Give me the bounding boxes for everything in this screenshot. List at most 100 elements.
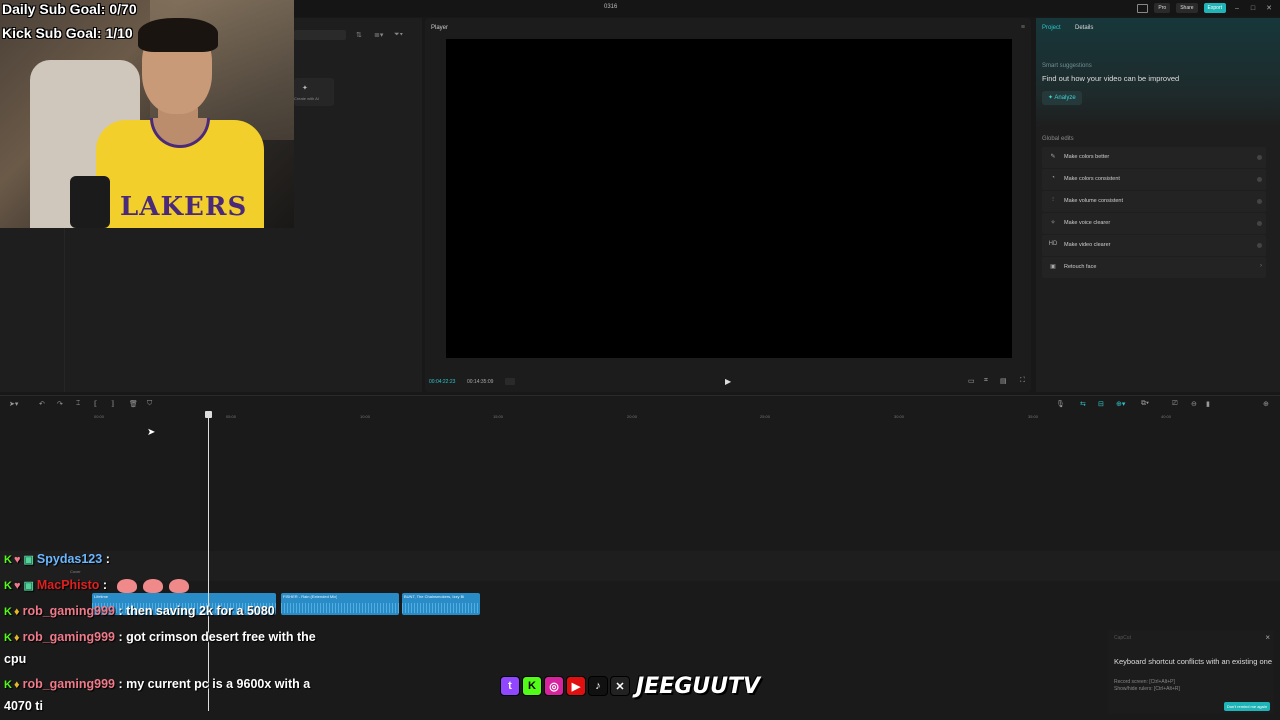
- microphone-icon[interactable]: 🎙: [1056, 400, 1065, 408]
- gift-badge-icon: ♥: [13, 580, 21, 592]
- preview-axis-icon[interactable]: ⧉▾: [1141, 400, 1149, 408]
- magnet-icon[interactable]: ⊕▾: [1116, 400, 1125, 408]
- main-track[interactable]: [0, 551, 1280, 581]
- toggle-icon[interactable]: [1257, 221, 1262, 226]
- redo-icon[interactable]: ↷: [57, 400, 63, 408]
- kick-sub-goal: Kick Sub Goal: 1/10: [2, 25, 133, 41]
- audio-clip[interactable]: FISHER - Rain (Extended Mix): [281, 593, 399, 615]
- global-edits-title: Global edits: [1042, 136, 1074, 142]
- pro-button[interactable]: Pro: [1154, 3, 1171, 13]
- kick-badge-icon: K: [4, 580, 12, 592]
- undo-icon[interactable]: ↶: [39, 400, 45, 408]
- ruler-tick: 35:00: [1028, 414, 1039, 419]
- timecode-format-icon[interactable]: [505, 378, 515, 385]
- emote-icon: [142, 578, 163, 593]
- tab-project[interactable]: Project: [1042, 25, 1061, 31]
- sub-badge-icon: ▣: [23, 580, 34, 592]
- toggle-icon[interactable]: [1257, 177, 1262, 182]
- fullscreen-icon[interactable]: ⛶: [1020, 377, 1025, 385]
- global-edit-label: Retouch face: [1064, 264, 1097, 270]
- close-icon[interactable]: ✕: [1264, 4, 1274, 12]
- export-button[interactable]: Export: [1203, 3, 1226, 13]
- media-search-input[interactable]: [294, 30, 346, 40]
- tab-details[interactable]: Details: [1075, 25, 1093, 31]
- view-icon[interactable]: ≣▾: [374, 31, 383, 39]
- trophy-badge-icon: ♦: [13, 606, 20, 618]
- ruler-tick: 20:00: [627, 414, 638, 419]
- zoom-in-icon[interactable]: ⊕: [1263, 400, 1269, 408]
- menu-icon[interactable]: ≡: [1021, 24, 1025, 31]
- global-edit-item[interactable]: HD Make video clearer: [1042, 235, 1266, 256]
- snap-icon[interactable]: ⊟: [1098, 400, 1104, 408]
- crop-icon[interactable]: ⌗: [984, 377, 988, 385]
- zoom-out-icon[interactable]: ⊖: [1191, 400, 1197, 408]
- global-edit-item[interactable]: ⫶ Make volume consistent: [1042, 191, 1266, 212]
- play-icon[interactable]: ▶: [725, 377, 731, 386]
- player-panel: Player ≡ 00:04:22:23 00:14:35:09 ▶ ▭ ⌗ ▤…: [425, 18, 1031, 392]
- playhead[interactable]: [208, 411, 209, 711]
- total-timecode: 00:14:35:09: [467, 379, 494, 385]
- chat-separator: :: [102, 552, 110, 566]
- smart-suggestions-title: Smart suggestions: [1042, 63, 1092, 69]
- global-edit-label: Make colors consistent: [1064, 176, 1120, 182]
- palette-icon: ◔: [1051, 175, 1055, 181]
- ruler-tick: 05:00: [226, 414, 237, 419]
- audio-clip[interactable]: BUNT, The Chainsmokers, Izzy Bi: [402, 593, 480, 615]
- face-icon: ▣: [1050, 264, 1056, 270]
- clip-label: FISHER - Rain (Extended Mix): [283, 594, 338, 599]
- timeline-toolbar: ➤▾ ↶ ↷ ⌶ ⟦ ⟧ 🗑 ⛉ 🎙 ⇆ ⊟ ⊕▾ ⧉▾ ⎚ ⊖ ▮ ⊕: [0, 396, 1280, 414]
- ruler-tick: 25:00: [760, 414, 771, 419]
- video-canvas[interactable]: [446, 39, 1012, 358]
- panel-divider: [64, 228, 65, 392]
- dont-remind-button[interactable]: Don't remind me again: [1223, 702, 1270, 711]
- current-timecode: 00:04:22:23: [429, 379, 456, 385]
- split-left-icon[interactable]: ⟦: [94, 400, 97, 408]
- global-edit-item[interactable]: ✧ Make voice clearer: [1042, 213, 1266, 234]
- emote-icon: [116, 578, 137, 593]
- zoom-slider-icon[interactable]: ▮: [1206, 400, 1210, 408]
- global-edit-item[interactable]: ✎ Make colors better: [1042, 147, 1266, 168]
- select-tool-icon[interactable]: ➤▾: [9, 400, 18, 408]
- analyze-button[interactable]: ✦ Analyze: [1042, 91, 1082, 105]
- close-icon[interactable]: ×: [1265, 633, 1270, 642]
- timeline-ruler[interactable]: 00:00 05:00 10:00 15:00 20:00 25:00 30:0…: [0, 414, 1280, 422]
- share-button[interactable]: Share: [1176, 3, 1198, 13]
- marker-icon[interactable]: ⛉: [147, 400, 152, 408]
- caption-icon[interactable]: ⎚: [1172, 400, 1178, 408]
- layout-icon[interactable]: [1137, 3, 1149, 13]
- toggle-icon[interactable]: [1257, 199, 1262, 204]
- toast-app-name: CapCut: [1114, 635, 1131, 641]
- jersey-text: LAKERS: [120, 192, 248, 222]
- aspect-icon[interactable]: ▭: [968, 377, 975, 385]
- maximize-icon[interactable]: □: [1248, 5, 1258, 12]
- youtube-icon: ▶: [566, 676, 586, 696]
- create-with-ai-tile[interactable]: ✦ Create with AI: [294, 78, 334, 106]
- trophy-badge-icon: ♦: [13, 632, 20, 644]
- ruler-tick: 15:00: [493, 414, 504, 419]
- minimize-icon[interactable]: –: [1232, 5, 1242, 12]
- ratio-icon[interactable]: ▤: [1000, 377, 1007, 385]
- global-edit-item[interactable]: ▣ Retouch face ›: [1042, 257, 1266, 278]
- shortcut-conflict-toast: CapCut × Keyboard shortcut conflicts wit…: [1108, 630, 1274, 714]
- wand-icon: ✎: [1050, 154, 1056, 160]
- chat-separator: :: [114, 677, 127, 691]
- chevron-right-icon: ›: [1260, 263, 1262, 269]
- smart-suggestions-desc: Find out how your video can be improved: [1042, 74, 1180, 83]
- toggle-icon[interactable]: [1257, 243, 1262, 248]
- toggle-icon[interactable]: [1257, 155, 1262, 160]
- chat-separator: :: [114, 604, 127, 618]
- link-icon[interactable]: ⇆: [1080, 400, 1086, 408]
- twitch-icon: t: [500, 676, 520, 696]
- waveform: [402, 603, 480, 613]
- analyze-label: Analyze: [1054, 95, 1076, 101]
- ruler-tick: 30:00: [894, 414, 905, 419]
- sort-icon[interactable]: ⇅: [356, 31, 362, 39]
- split-right-icon[interactable]: ⟧: [111, 400, 114, 408]
- socials-banner: t K ◎ ▶ ♪ ✕ JEEGUUTV: [500, 665, 760, 707]
- kick-badge-icon: K: [4, 632, 12, 644]
- split-icon[interactable]: ⌶: [76, 400, 80, 408]
- filter-icon[interactable]: ⏷▾: [394, 31, 403, 39]
- delete-icon[interactable]: 🗑: [129, 400, 138, 408]
- cover-label[interactable]: Cover: [70, 569, 81, 574]
- global-edit-item[interactable]: ◔ Make colors consistent: [1042, 169, 1266, 190]
